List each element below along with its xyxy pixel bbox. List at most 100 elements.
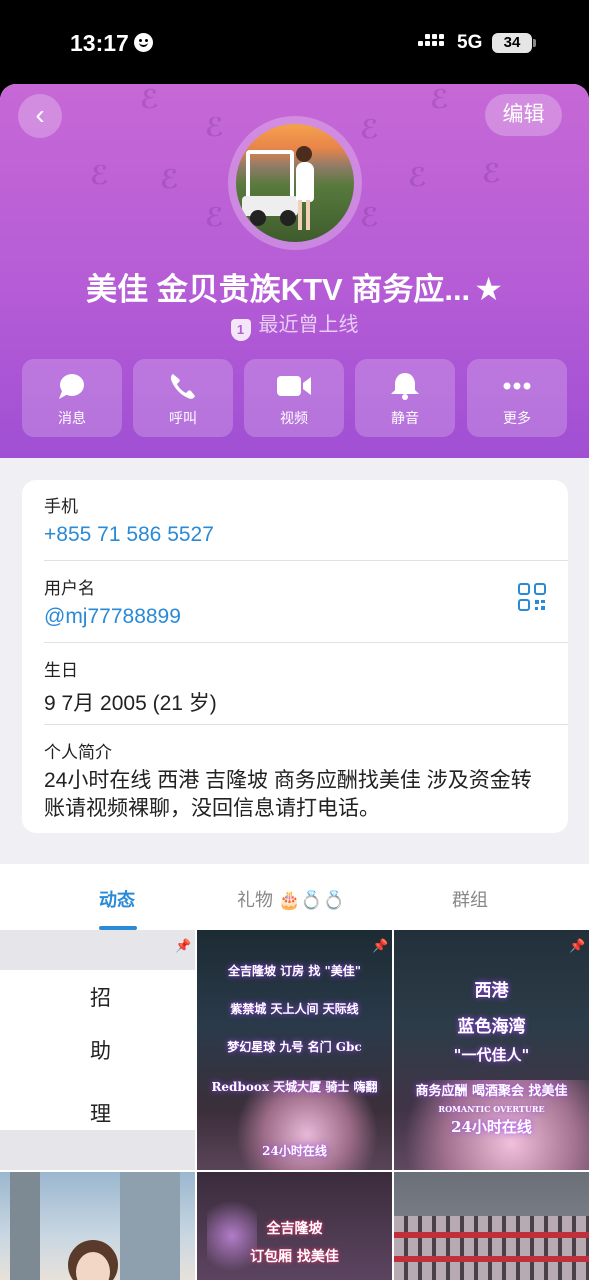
qr-code-icon[interactable]: [518, 583, 546, 611]
profile-header: ℰ ℰ ℰ ℰ ℰ ℰ ℰ ℰ ℰ ℰ ‹ 编辑 美佳 金贝贵族KTV 商务应.…: [0, 84, 589, 458]
shield-icon: 1: [230, 319, 251, 341]
post-text: 订包厢 找美佳: [250, 1249, 339, 1265]
pin-icon: 📌: [175, 938, 192, 953]
post-text: 商务应酬 喝酒聚会 找美佳: [415, 1084, 568, 1099]
post-tile[interactable]: 西港 蓝色海湾 "一代佳人" 商务应酬 喝酒聚会 找美佳 ROMANTIC OV…: [394, 930, 589, 1170]
post-tile[interactable]: [0, 1172, 195, 1280]
message-button[interactable]: 消息: [22, 359, 122, 437]
building-facade: [394, 1216, 589, 1280]
post-text: 理: [90, 1103, 111, 1126]
person-body: [296, 162, 314, 202]
profile-tabs: 动态 礼物 🎂💍💍 群组: [0, 864, 589, 930]
golf-cart: [246, 150, 294, 202]
pattern-icon: ℰ: [90, 160, 109, 190]
bell-icon: [391, 373, 419, 400]
profile-sheet: ℰ ℰ ℰ ℰ ℰ ℰ ℰ ℰ ℰ ℰ ‹ 编辑 美佳 金贝贵族KTV 商务应.…: [0, 84, 589, 1280]
building: [120, 1172, 180, 1280]
post-text: 蓝色海湾: [457, 1017, 526, 1037]
network-type: 5G: [457, 32, 483, 53]
pattern-icon: ℰ: [205, 112, 224, 142]
tab-gifts[interactable]: 礼物 🎂💍💍: [237, 886, 345, 912]
username-row[interactable]: 用户名 @mj77788899: [44, 574, 568, 629]
video-icon: [277, 376, 311, 396]
divider: [44, 642, 568, 643]
action-label: 更多: [503, 410, 531, 426]
action-label: 消息: [58, 410, 86, 426]
pattern-icon: ℰ: [408, 162, 427, 192]
pattern-icon: ℰ: [360, 202, 379, 232]
post-banner: [0, 930, 195, 970]
pattern-icon: ℰ: [160, 164, 179, 194]
post-tile[interactable]: [394, 1172, 589, 1280]
person-legs: [298, 200, 310, 230]
bio-text: 24小时在线 西港 吉隆坡 商务应酬找美佳 涉及资金转账请视频裸聊，没回信息请打…: [44, 769, 532, 820]
mute-button[interactable]: 静音: [355, 359, 455, 437]
wheel: [280, 210, 296, 226]
pattern-icon: ℰ: [205, 202, 224, 232]
post-tile[interactable]: 全吉隆坡 订包厢 找美佳: [197, 1172, 392, 1280]
pattern-icon: ℰ: [482, 158, 501, 188]
post-tile[interactable]: 招 助 理 📌: [0, 930, 195, 1170]
post-text: 全吉隆坡 订房 找 "美佳": [227, 964, 362, 978]
post-text: 全吉隆坡: [266, 1221, 323, 1237]
post-text: "一代佳人": [453, 1046, 530, 1064]
post-text: 24小时在线: [262, 1144, 327, 1158]
bio-row: 个人简介 24小时在线 西港 吉隆坡 商务应酬找美佳 涉及资金转账请视频裸聊，没…: [44, 738, 568, 823]
birthday-value: 9 7月 2005 (21 岁): [44, 692, 217, 715]
action-bar: 消息 呼叫 视频 静音 更多: [22, 359, 568, 437]
edit-button[interactable]: 编辑: [485, 94, 562, 136]
online-status-text: 最近曾上线: [258, 314, 359, 336]
battery-icon: 34: [492, 33, 532, 53]
wheel: [250, 210, 266, 226]
more-button[interactable]: 更多: [467, 359, 567, 437]
phone-value[interactable]: +855 71 586 5527: [44, 523, 568, 547]
tab-gifts-label: 礼物: [237, 890, 273, 910]
post-tile[interactable]: 全吉隆坡 订房 找 "美佳" 紫禁城 天上人间 天际线 梦幻星球 九号 名门 G…: [197, 930, 392, 1170]
signal-icon: [418, 33, 448, 51]
more-icon: [503, 382, 531, 390]
call-button[interactable]: 呼叫: [133, 359, 233, 437]
posts-grid: 招 助 理 📌 全吉隆坡 订房 找 "美佳" 紫禁城 天上人间 天际线 梦幻星球…: [0, 930, 589, 1280]
post-text: 助: [90, 1040, 111, 1063]
divider: [44, 560, 568, 561]
post-text: 招: [90, 987, 111, 1010]
tab-posts[interactable]: 动态: [99, 886, 135, 912]
birthday-label: 生日: [44, 661, 78, 680]
status-time: 13:17: [70, 30, 129, 56]
gift-emojis: 🎂💍💍: [278, 890, 346, 910]
birthday-row: 生日 9 7月 2005 (21 岁): [44, 656, 568, 717]
bio-label: 个人简介: [44, 743, 112, 762]
phone-icon: [170, 374, 195, 399]
post-text: ROMANTIC OVERTURE: [438, 1104, 545, 1114]
username-value[interactable]: @mj77788899: [44, 605, 568, 629]
building-stripe: [394, 1232, 589, 1238]
person-head: [296, 146, 312, 162]
post-text: 紫禁城 天上人间 天际线: [230, 1002, 359, 1016]
tab-groups[interactable]: 群组: [452, 886, 488, 912]
post-text: 梦幻星球 九号 名门 Gbc: [227, 1040, 362, 1054]
post-text: Redboox 天城大厦 骑士 嗨翻: [211, 1080, 378, 1094]
post-text: 24小时在线: [451, 1118, 532, 1136]
smiley-icon: [134, 33, 153, 52]
action-label: 静音: [391, 410, 419, 426]
divider: [44, 724, 568, 725]
post-card: [0, 970, 164, 1130]
username-label: 用户名: [44, 579, 95, 598]
building: [10, 1172, 40, 1280]
pin-icon: 📌: [569, 938, 586, 953]
action-label: 呼叫: [169, 410, 197, 426]
profile-name: 美佳 金贝贵族KTV 商务应... ★: [0, 264, 589, 309]
pattern-icon: ℰ: [360, 114, 379, 144]
phone-label: 手机: [44, 497, 78, 516]
action-label: 视频: [280, 410, 308, 426]
phone-row[interactable]: 手机 +855 71 586 5527: [44, 492, 568, 547]
star-icon[interactable]: ★: [474, 271, 503, 307]
back-button[interactable]: ‹: [18, 94, 62, 138]
pattern-icon: ℰ: [140, 84, 159, 114]
pattern-icon: ℰ: [430, 84, 449, 114]
post-footer: [0, 1130, 195, 1170]
video-button[interactable]: 视频: [244, 359, 344, 437]
avatar[interactable]: [236, 124, 354, 242]
online-status: 1 最近曾上线: [0, 308, 589, 341]
profile-name-text: 美佳 金贝贵族KTV 商务应...: [86, 272, 471, 307]
